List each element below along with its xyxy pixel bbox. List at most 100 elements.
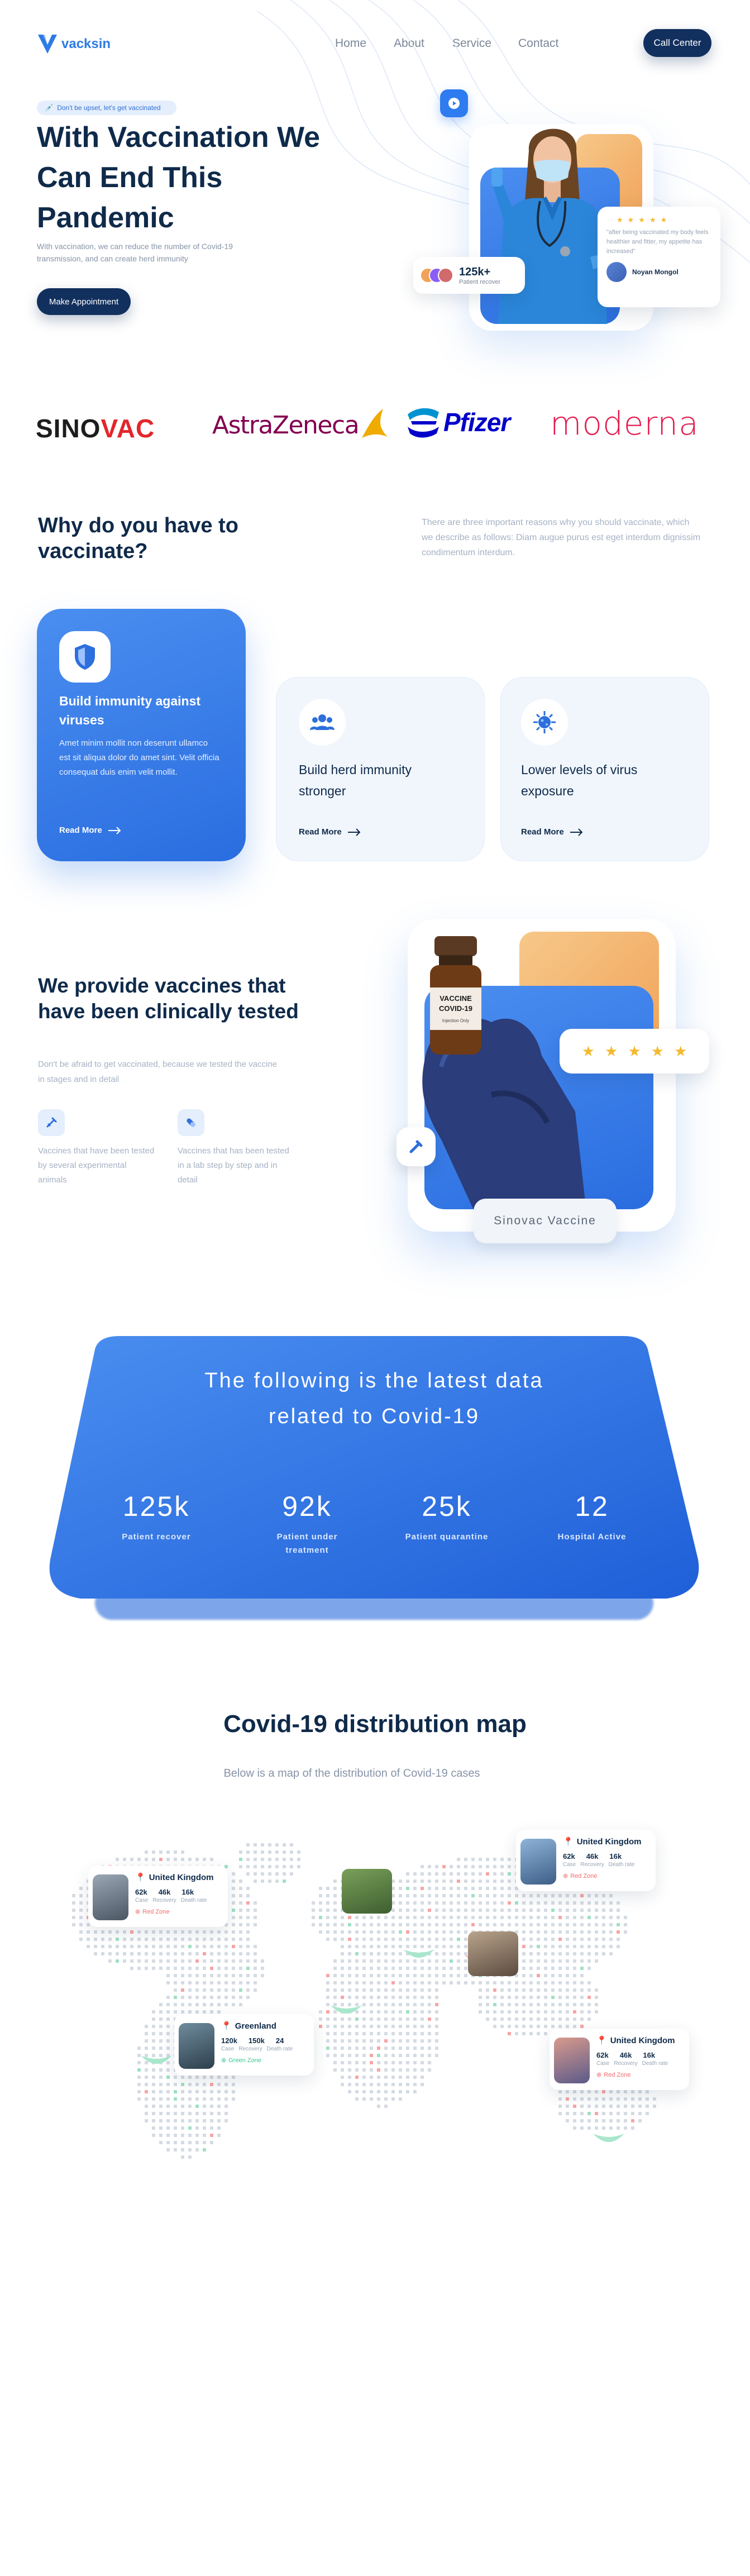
- map-dot: [326, 2054, 329, 2057]
- recovered-badge: 125k+ Patient recover: [413, 257, 525, 294]
- map-dot: [232, 1901, 235, 1905]
- map-dot: [217, 1967, 221, 1970]
- map-dot: [435, 1865, 438, 1868]
- location-thumbnail[interactable]: [468, 1931, 518, 1976]
- map-dot: [355, 1938, 359, 1941]
- map-dot: [580, 2090, 584, 2093]
- location-card[interactable]: 📍 United Kingdom 62k 46k 16k Case Recovery De…: [88, 1866, 228, 1927]
- read-more-link[interactable]: Read More: [299, 827, 361, 837]
- map-dot: [152, 1938, 155, 1941]
- map-dot: [72, 1901, 75, 1905]
- reason-card-herd[interactable]: Build herd immunity stronger Read More: [276, 677, 485, 861]
- read-more-link[interactable]: Read More: [59, 826, 121, 835]
- map-dot: [486, 1894, 489, 1897]
- read-more-link[interactable]: Read More: [521, 827, 583, 837]
- map-dot: [406, 1945, 409, 1948]
- map-dot: [508, 2003, 511, 2006]
- map-dot: [442, 1909, 446, 1912]
- map-dot: [464, 1916, 467, 1919]
- map-dot: [602, 2119, 605, 2122]
- map-dot: [195, 1981, 199, 1985]
- map-dot: [573, 1988, 576, 1992]
- map-dot: [348, 1996, 351, 1999]
- map-dot: [355, 2032, 359, 2035]
- map-dot: [188, 2148, 192, 2152]
- map-dot: [406, 1938, 409, 1941]
- map-dot: [370, 1996, 373, 1999]
- map-dot: [355, 1988, 359, 1992]
- map-dot: [595, 1930, 598, 1934]
- map-dot: [471, 1879, 475, 1883]
- map-dot: [544, 1930, 547, 1934]
- map-dot: [254, 1923, 257, 1926]
- map-dot: [203, 2097, 206, 2101]
- map-dot: [566, 1909, 569, 1912]
- map-dot: [406, 1872, 409, 1876]
- map-dot: [116, 1930, 119, 1934]
- map-dot: [152, 2039, 155, 2043]
- map-dot: [587, 1930, 591, 1934]
- location-thumbnail[interactable]: [342, 1869, 392, 1914]
- reason-card-exposure[interactable]: Lower levels of virus exposure Read More: [500, 677, 709, 861]
- map-dot: [421, 2054, 424, 2057]
- map-dot: [609, 1894, 613, 1897]
- map-dot: [558, 1923, 562, 1926]
- map-dot: [188, 2083, 192, 2086]
- map-dot: [479, 1858, 482, 1861]
- play-video-button[interactable]: [440, 89, 468, 117]
- map-dot: [341, 1952, 344, 1955]
- map-dot: [174, 1930, 177, 1934]
- map-dot: [508, 1894, 511, 1897]
- map-dot: [435, 2003, 438, 2006]
- map-dot: [602, 2126, 605, 2130]
- review-card: ★★★★★ "after being vaccinated my body fe…: [598, 207, 720, 307]
- map-dot: [355, 2097, 359, 2101]
- map-dot: [529, 1923, 533, 1926]
- map-dot: [421, 2047, 424, 2050]
- map-dot: [188, 1967, 192, 1970]
- make-appointment-button[interactable]: Make Appointment: [37, 288, 131, 315]
- map-dot: [595, 2119, 598, 2122]
- map-dot: [283, 1850, 286, 1854]
- map-dot: [399, 1930, 402, 1934]
- map-dot: [580, 1909, 584, 1912]
- map-dot: [391, 2003, 395, 2006]
- map-dot: [457, 1894, 460, 1897]
- map-dot: [87, 1945, 90, 1948]
- map-dot: [217, 1952, 221, 1955]
- map-dot: [442, 1916, 446, 1919]
- map-dot: [406, 2047, 409, 2050]
- map-dot: [333, 1887, 337, 1890]
- map-dot: [370, 2032, 373, 2035]
- map-dot: [341, 1981, 344, 1985]
- location-card[interactable]: 📍 United Kingdom 62k 46k 16k Case Recovery De…: [516, 1830, 656, 1891]
- map-dot: [617, 2105, 620, 2108]
- map-dot: [457, 1930, 460, 1934]
- map-dot: [435, 1974, 438, 1977]
- map-dot: [137, 1952, 141, 1955]
- map-dot: [457, 1967, 460, 1970]
- map-dot: [166, 1981, 170, 1985]
- location-card[interactable]: 📍 Greenland 120k 150k 24 Case Recovery Death …: [174, 2014, 314, 2076]
- map-dot: [203, 1858, 206, 1861]
- map-dot: [348, 1952, 351, 1955]
- map-dot: [370, 1952, 373, 1955]
- reason-card-immunity[interactable]: Build immunity against viruses Amet mini…: [37, 609, 246, 861]
- map-dot: [435, 1901, 438, 1905]
- map-dot: [384, 2032, 388, 2035]
- location-card[interactable]: 📍 United Kingdom 62k 46k 16k Case Recovery De…: [550, 2029, 689, 2090]
- map-dot: [188, 1945, 192, 1948]
- map-dot: [544, 2017, 547, 2021]
- map-dot: [573, 1996, 576, 1999]
- syringe-icon: [409, 1140, 423, 1153]
- map-dot: [522, 1894, 526, 1897]
- map-dot: [79, 1887, 83, 1890]
- map-dot: [558, 1894, 562, 1897]
- avatar-group: [420, 268, 453, 283]
- map-dot: [195, 1967, 199, 1970]
- map-dot: [595, 1996, 598, 1999]
- map-dot: [566, 1974, 569, 1977]
- map-dot: [370, 1974, 373, 1977]
- map-dot: [421, 1901, 424, 1905]
- map-dot: [508, 1916, 511, 1919]
